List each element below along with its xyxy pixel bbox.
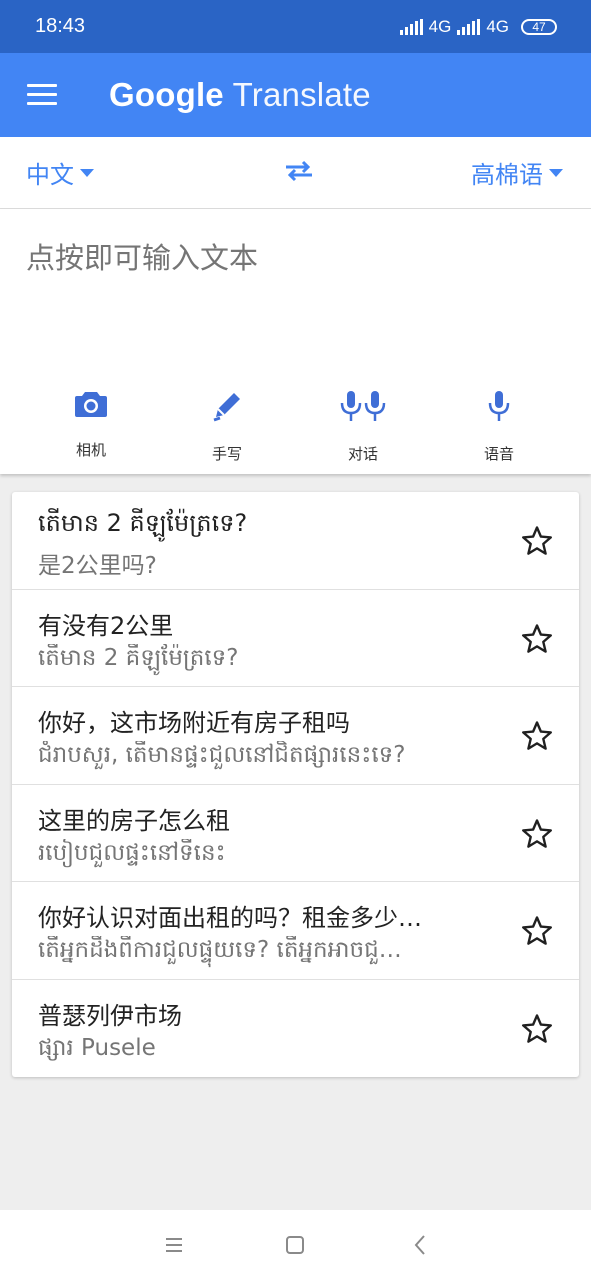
history-source-text: 有没有2公里	[38, 611, 174, 640]
dual-mic-icon	[340, 391, 386, 421]
history-source-text: តើមាន 2 គីឡូម៉ែត្រទេ?	[38, 509, 248, 537]
camera-icon	[75, 392, 107, 417]
star-icon[interactable]	[521, 525, 553, 557]
menu-icon[interactable]	[27, 84, 57, 106]
camera-button[interactable]: 相机	[31, 389, 151, 460]
source-language-selector[interactable]: 中文	[26, 155, 94, 190]
target-language-selector[interactable]: 高棉语	[471, 155, 563, 190]
tool-label: 相机	[75, 441, 106, 459]
input-tools: 相机 手写 对话 语音	[0, 389, 591, 469]
history-item[interactable]: 你好认识对面出租的吗？租金多少… តើអ្នកដឹងពីការជួលផ្ទុយទ…	[12, 882, 579, 980]
history-translation-text: ជំរាបសួរ, តើមានផ្ទះជួលនៅជិតផ្សារនេះទេ?	[38, 742, 406, 768]
history-translation-text: តើអ្នកដឹងពីការជួលផ្ទុយទេ? តើអ្នកអាចជួ…	[38, 937, 402, 963]
input-placeholder: 点按即可输入文本	[26, 241, 259, 275]
history-source-text: 普瑟列伊市场	[38, 1001, 182, 1030]
swap-languages-button[interactable]	[284, 159, 314, 187]
text-input-area[interactable]: 点按即可输入文本 相机 手写 对话 语音	[0, 209, 591, 474]
network-type-1: 4G	[428, 16, 452, 36]
history-item[interactable]: 有没有2公里 តើមាន 2 គីឡូម៉ែត្រទេ?	[12, 590, 579, 687]
network-type-2: 4G	[486, 16, 509, 36]
voice-button[interactable]: 语音	[439, 389, 559, 464]
star-icon[interactable]	[521, 1013, 553, 1045]
history-item[interactable]: 这里的房子怎么租 របៀបជួលផ្ទះនៅទីនេះ	[12, 785, 579, 882]
status-indicators: 4G 4G 47	[399, 16, 557, 37]
swap-icon	[285, 160, 312, 181]
recent-apps-icon[interactable]	[164, 1232, 184, 1258]
signal-icon	[399, 18, 423, 35]
pen-icon	[213, 393, 240, 422]
dropdown-caret-icon	[549, 168, 563, 177]
conversation-button[interactable]: 对话	[303, 389, 423, 464]
source-language-label: 中文	[26, 161, 74, 189]
star-icon[interactable]	[521, 915, 553, 947]
status-bar: 18:43 4G 4G 47	[0, 0, 591, 53]
history-item[interactable]: 你好，这市场附近有房子租吗 ជំរាបសួរ, តើមានផ្ទះជួលនៅជិ…	[12, 687, 579, 785]
system-nav-bar	[0, 1210, 591, 1280]
star-icon[interactable]	[521, 720, 553, 752]
app-title-brand: Google	[109, 76, 224, 113]
history-source-text: 你好认识对面出租的吗？租金多少…	[38, 904, 422, 932]
history-source-text: 你好，这市场附近有房子租吗	[38, 709, 350, 737]
language-bar: 中文 高棉语	[0, 137, 591, 209]
history-item[interactable]: តើមាន 2 គីឡូម៉ែត្រទេ? 是2公里吗?	[12, 492, 579, 590]
history-translation-text: តើមាន 2 គីឡូម៉ែត្រទេ?	[38, 644, 239, 671]
home-icon[interactable]	[285, 1232, 305, 1258]
app-title-product: Translate	[232, 76, 371, 113]
tool-label: 语音	[483, 445, 514, 463]
signal-icon-2	[457, 18, 481, 35]
history-source-text: 这里的房子怎么租	[38, 806, 230, 835]
mic-icon	[488, 391, 510, 421]
status-time: 18:43	[35, 15, 86, 37]
app-bar: Google Translate	[0, 53, 591, 137]
history-item[interactable]: 普瑟列伊市场 ផ្សារ Pusele	[12, 980, 579, 1078]
history-translation-text: ផ្សារ Pusele	[38, 1034, 156, 1061]
history-translation-text: 是2公里吗?	[38, 553, 157, 579]
target-language-label: 高棉语	[471, 161, 543, 189]
tool-label: 对话	[347, 445, 378, 463]
tool-label: 手写	[211, 445, 242, 463]
history-translation-text: របៀបជួលផ្ទះនៅទីនេះ	[38, 839, 226, 866]
dropdown-caret-icon	[80, 168, 94, 177]
app-title: Google Translate	[109, 76, 371, 114]
star-icon[interactable]	[521, 623, 553, 655]
handwriting-button[interactable]: 手写	[167, 389, 287, 464]
battery-icon: 47	[521, 18, 557, 35]
history-list: តើមាន 2 គីឡូម៉ែត្រទេ? 是2公里吗? 有没有2公里 តើមា…	[12, 492, 579, 1077]
star-icon[interactable]	[521, 818, 553, 850]
back-icon[interactable]	[410, 1232, 430, 1258]
